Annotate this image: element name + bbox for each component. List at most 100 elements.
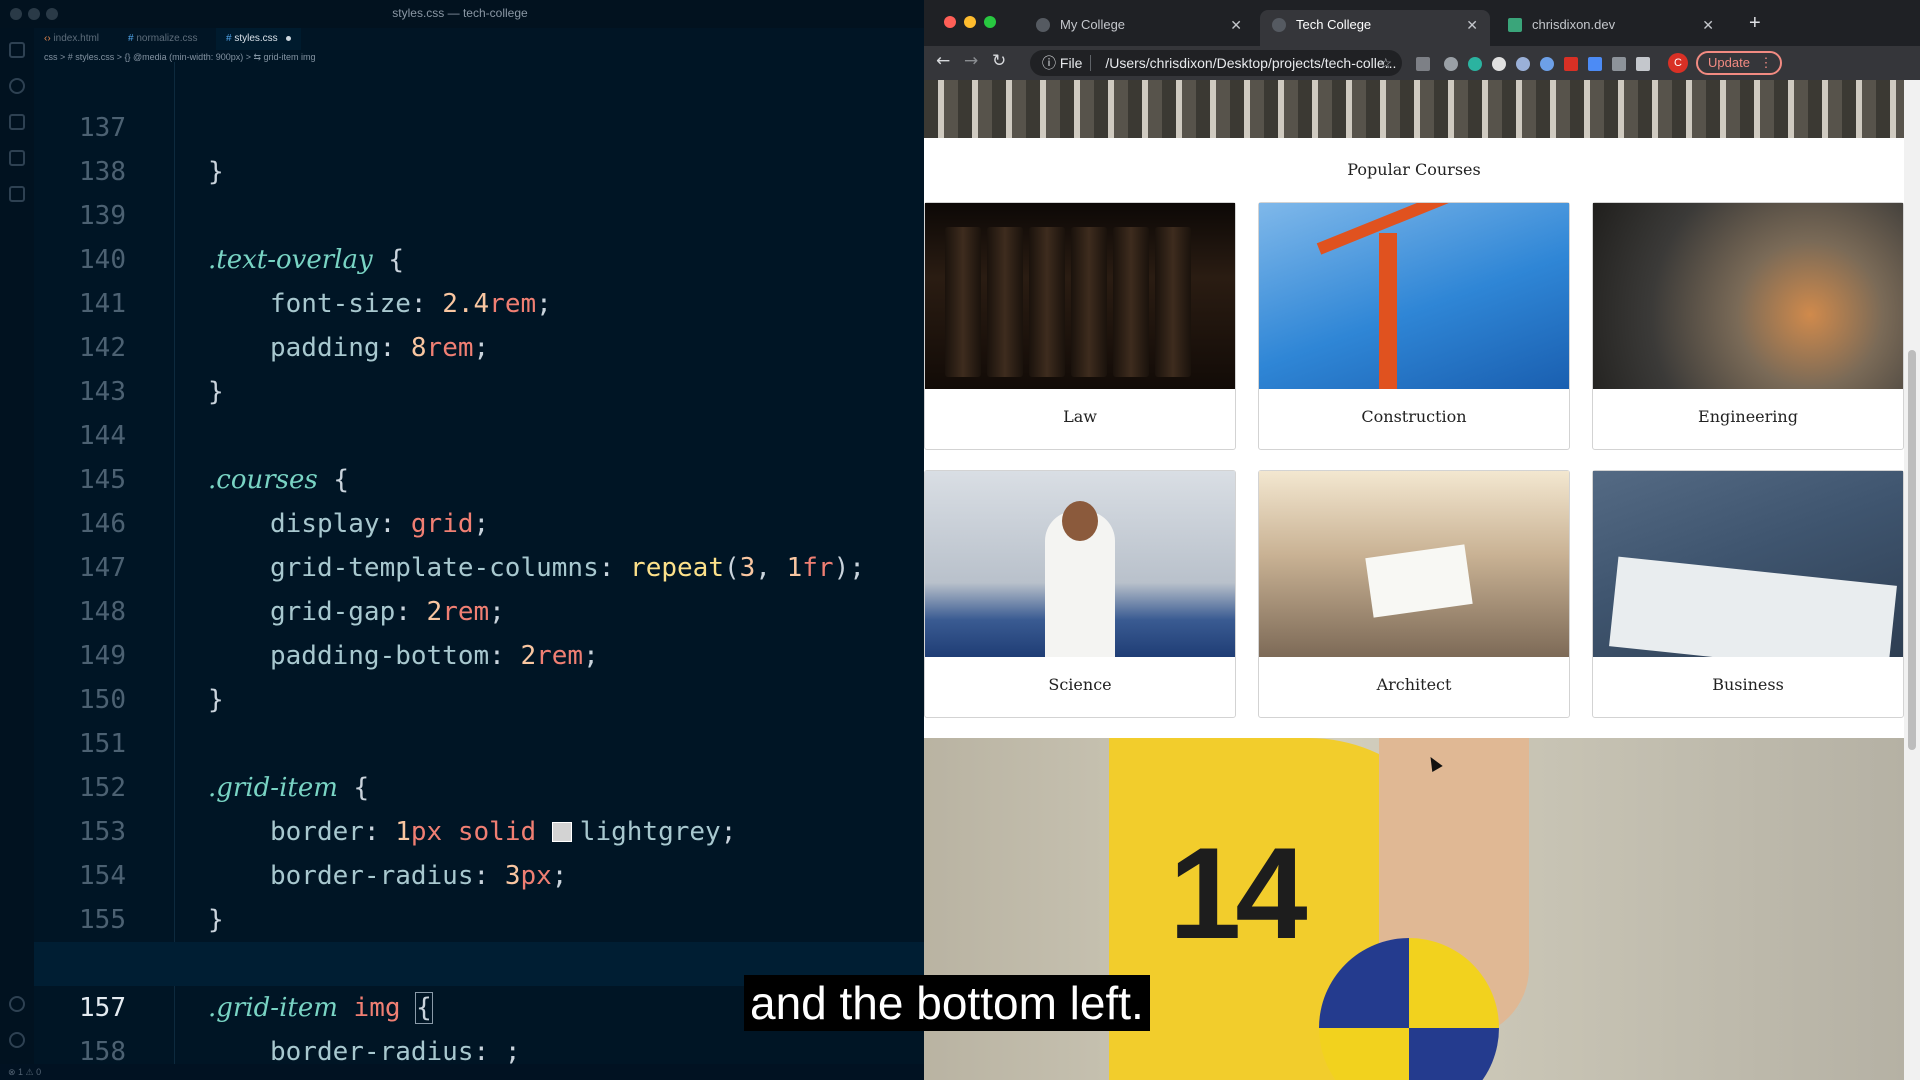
course-image <box>1593 471 1903 657</box>
code-line: 151 .grid-item { <box>34 678 924 803</box>
extension-icon[interactable] <box>1540 57 1554 71</box>
course-label: Architect <box>1376 675 1452 694</box>
browser-tab-chrisdixon[interactable]: chrisdixon.dev ✕ <box>1496 10 1726 46</box>
source-control-icon[interactable] <box>9 114 25 130</box>
hero-image <box>924 80 1904 138</box>
editor-minimize-dot[interactable] <box>28 8 40 20</box>
css-file-icon: # <box>226 33 232 44</box>
info-icon[interactable]: ⓘ <box>1042 55 1056 71</box>
code-line: 138 <box>34 106 924 187</box>
code-line: 137 } <box>34 62 924 187</box>
profile-avatar[interactable]: C <box>1668 53 1688 73</box>
browser-tab-label: chrisdixon.dev <box>1532 17 1616 32</box>
editor-tab-bar: ‹› index.html # normalize.css # styles.c… <box>34 28 924 50</box>
code-line: 154 } <box>34 810 924 935</box>
explorer-icon[interactable] <box>9 42 25 58</box>
code-line: 145 display: grid; <box>34 414 924 539</box>
account-icon[interactable] <box>9 996 25 1012</box>
browser-tab-my-college[interactable]: My College ✕ <box>1024 10 1254 46</box>
back-arrow-icon[interactable]: ← <box>936 51 950 71</box>
editor-window-title: styles.css — tech-college <box>392 6 528 20</box>
css-file-icon: # <box>128 33 134 44</box>
close-tab-icon[interactable]: ✕ <box>1702 10 1714 40</box>
editor-titlebar: styles.css — tech-college <box>0 0 924 28</box>
scrollbar-thumb[interactable] <box>1908 350 1916 750</box>
close-tab-icon[interactable]: ✕ <box>1466 10 1478 40</box>
settings-gear-icon[interactable] <box>9 1032 25 1048</box>
course-image <box>925 203 1235 389</box>
browser-tab-strip: My College ✕ Tech College ✕ chrisdixon.d… <box>924 0 1920 46</box>
extensions-icon[interactable] <box>9 186 25 202</box>
code-line: 153 border-radius: 3px; <box>34 766 924 891</box>
pen-extension-icon[interactable] <box>1416 57 1430 71</box>
forward-arrow-icon[interactable]: → <box>964 51 978 71</box>
code-area[interactable]: 137 } 138 139 .text-overlay { 140 font-s… <box>34 62 924 1072</box>
course-card-architect[interactable]: Architect <box>1258 470 1570 718</box>
vue-extension-icon[interactable] <box>1444 57 1458 71</box>
run-debug-icon[interactable] <box>9 150 25 166</box>
close-tab-icon[interactable]: ✕ <box>1230 10 1242 40</box>
html-file-icon: ‹› <box>44 33 51 44</box>
react-extension-icon[interactable] <box>1516 57 1530 71</box>
code-editor-window: styles.css — tech-college ‹› index.html … <box>0 0 924 1080</box>
code-line: 147 grid-gap: 2rem; <box>34 502 924 627</box>
course-label: Science <box>1048 675 1112 694</box>
web-page: Popular Courses Law Construction Enginee… <box>924 80 1904 1080</box>
editor-zoom-dot[interactable] <box>46 8 58 20</box>
address-bar[interactable]: ⓘ File /Users/chrisdixon/Desktop/project… <box>1030 50 1402 76</box>
browser-window: My College ✕ Tech College ✕ chrisdixon.d… <box>924 0 1920 1080</box>
code-line: 142 } <box>34 282 924 407</box>
update-button[interactable]: Update ⋮ <box>1696 51 1782 75</box>
tab-label: index.html <box>53 33 100 44</box>
course-image <box>925 471 1235 657</box>
browser-tab-label: Tech College <box>1296 17 1372 32</box>
browser-toolbar: ← → ↻ ⓘ File /Users/chrisdixon/Desktop/p… <box>924 46 1920 80</box>
more-menu-icon[interactable]: ⋮ <box>1760 55 1773 70</box>
extension-icon[interactable] <box>1468 57 1482 71</box>
code-line: 149 } <box>34 590 924 715</box>
course-card-engineering[interactable]: Engineering <box>1592 202 1904 450</box>
extension-icon[interactable] <box>1492 57 1506 71</box>
tab-label: styles.css <box>234 33 278 44</box>
code-line: 144 .courses { <box>34 370 924 495</box>
course-card-business[interactable]: Business <box>1592 470 1904 718</box>
code-line: 141 padding: 8rem; <box>34 238 924 363</box>
extension-icon[interactable] <box>1612 57 1626 71</box>
browser-tab-tech-college[interactable]: Tech College ✕ <box>1260 10 1490 46</box>
browser-minimize-dot[interactable] <box>964 16 976 28</box>
course-image <box>1593 203 1903 389</box>
editor-status-bar[interactable]: ⊗ 1 ⚠ 0 <box>0 1064 924 1080</box>
search-icon[interactable] <box>9 78 25 94</box>
code-line: 139 .text-overlay { <box>34 150 924 275</box>
update-label: Update <box>1708 55 1750 70</box>
browser-tab-label: My College <box>1060 17 1126 32</box>
course-card-construction[interactable]: Construction <box>1258 202 1570 450</box>
css-property: border-radius <box>270 1037 474 1067</box>
tab-normalize-css[interactable]: # normalize.css <box>118 28 207 50</box>
code-line: 148 padding-bottom: 2rem; <box>34 546 924 671</box>
tab-styles-css[interactable]: # styles.css <box>216 28 302 50</box>
page-scrollbar[interactable] <box>1904 80 1920 1080</box>
new-tab-plus-icon[interactable]: + <box>1749 12 1761 35</box>
jersey-number: 14 <box>1169 820 1308 966</box>
editor-close-dot[interactable] <box>10 8 22 20</box>
extension-icon[interactable] <box>1564 57 1578 71</box>
bookmark-star-icon[interactable]: ☆ <box>1379 50 1392 76</box>
puzzle-extensions-icon[interactable] <box>1636 57 1650 71</box>
url-text: /Users/chrisdixon/Desktop/projects/tech-… <box>1105 55 1397 71</box>
video-subtitle: and the bottom left. <box>744 975 1150 1031</box>
code-line: 155 <box>34 854 924 935</box>
activity-bar <box>0 28 34 1080</box>
code-line: 156 .grid-item img { <box>34 898 924 1024</box>
code-line: 150 <box>34 634 924 715</box>
browser-zoom-dot[interactable] <box>984 16 996 28</box>
course-card-law[interactable]: Law <box>924 202 1236 450</box>
extension-icon[interactable] <box>1588 57 1602 71</box>
reload-icon[interactable]: ↻ <box>992 51 1006 71</box>
browser-close-dot[interactable] <box>944 16 956 28</box>
code-line: 140 font-size: 2.4rem; <box>34 194 924 319</box>
course-image <box>1259 471 1569 657</box>
tab-index-html[interactable]: ‹› index.html <box>34 28 109 50</box>
globe-icon <box>1272 18 1286 32</box>
course-card-science[interactable]: Science <box>924 470 1236 718</box>
